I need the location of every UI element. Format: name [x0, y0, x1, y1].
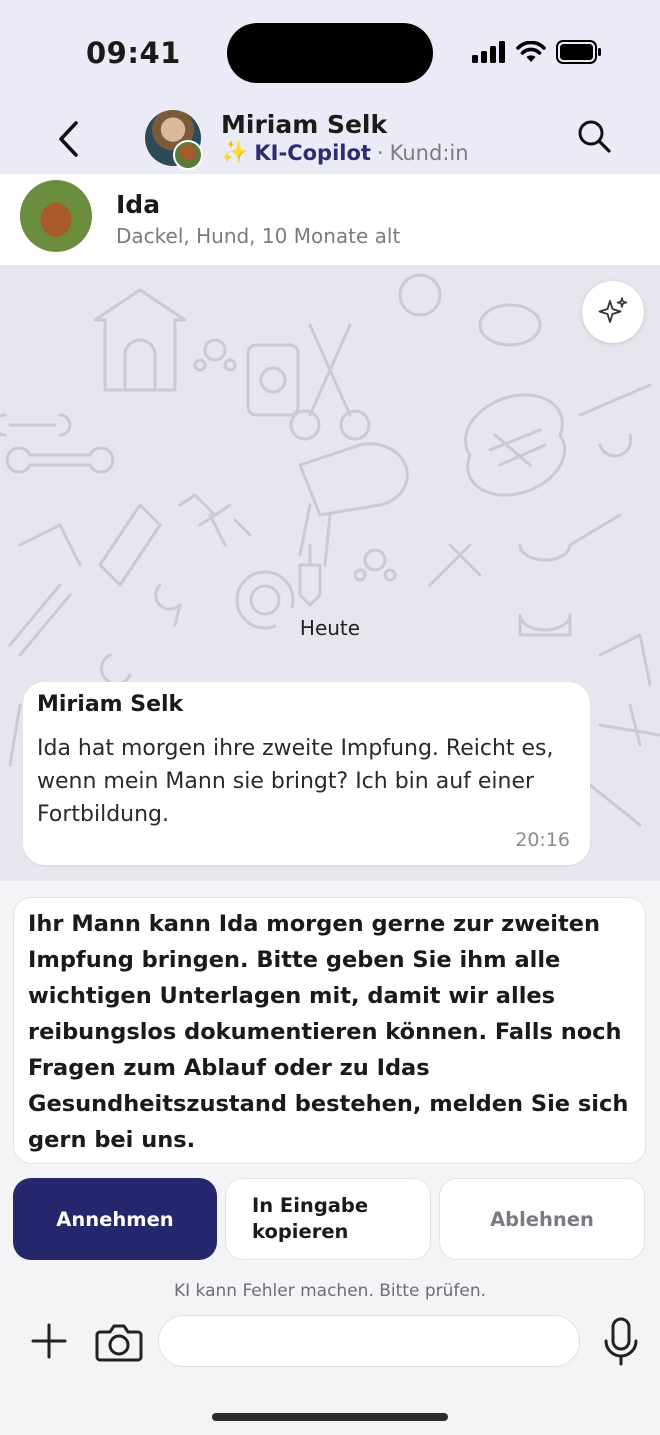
reject-button[interactable]: Ablehnen [439, 1178, 645, 1260]
message-text: Ida hat morgen ihre zweite Impfung. Reic… [37, 736, 554, 827]
sparkle-icon: ✨ [221, 140, 249, 165]
customer-role: Kund:in [389, 140, 469, 165]
chat-area[interactable]: Heute Miriam Selk Ida hat morgen ihre zw… [0, 265, 660, 881]
message-sender: Miriam Selk [37, 692, 184, 717]
camera-icon[interactable] [95, 1322, 143, 1362]
copy-button-label-line1: In Eingabe [252, 1194, 369, 1217]
status-bar: 09:41 [0, 0, 660, 100]
message-time: 20:16 [515, 829, 570, 851]
ai-suggestion-text: Ihr Mann kann Ida morgen gerne zur zweit… [28, 911, 629, 1153]
copy-to-input-button[interactable]: In Eingabe kopieren [225, 1178, 431, 1260]
ai-disclaimer: KI kann Fehler machen. Bitte prüfen. [173, 1281, 487, 1301]
wifi-icon [516, 41, 546, 62]
sparkles-icon [598, 297, 628, 323]
composer-area: Ihr Mann kann Ida morgen gerne zur zweit… [0, 881, 660, 1435]
dynamic-island [227, 23, 433, 83]
cellular-signal-icon [472, 41, 505, 63]
battery-icon [556, 40, 601, 64]
customer-name[interactable]: Miriam Selk [221, 110, 387, 139]
pet-details: Dackel, Hund, 10 Monate alt [116, 224, 401, 248]
pet-info-bar[interactable]: Ida Dackel, Hund, 10 Monate alt [0, 174, 660, 265]
back-chevron-icon[interactable] [54, 120, 84, 158]
customer-subtitle: ✨ KI-Copilot · Kund:in [221, 140, 469, 165]
pet-mini-avatar [173, 140, 203, 170]
search-icon[interactable] [576, 118, 612, 154]
message-input[interactable] [158, 1315, 580, 1367]
microphone-icon[interactable] [602, 1317, 640, 1367]
separator-dot: · [376, 140, 384, 165]
status-time: 09:41 [86, 36, 181, 70]
date-separator: Heute [276, 608, 384, 648]
ai-assist-button[interactable] [582, 281, 644, 343]
pet-avatar[interactable] [20, 180, 92, 252]
status-icons [472, 40, 602, 64]
accept-button[interactable]: Annehmen [13, 1178, 217, 1260]
chat-header: Miriam Selk ✨ KI-Copilot · Kund:in [0, 100, 660, 174]
pet-name: Ida [116, 190, 161, 219]
home-indicator [212, 1413, 448, 1421]
ai-suggestion-card[interactable]: Ihr Mann kann Ida morgen gerne zur zweit… [13, 897, 646, 1164]
copy-button-label-line2: kopieren [252, 1220, 349, 1243]
incoming-message-bubble[interactable]: Miriam Selk Ida hat morgen ihre zweite I… [23, 682, 590, 865]
plus-icon[interactable] [30, 1322, 68, 1360]
copilot-label: KI-Copilot [254, 140, 371, 165]
